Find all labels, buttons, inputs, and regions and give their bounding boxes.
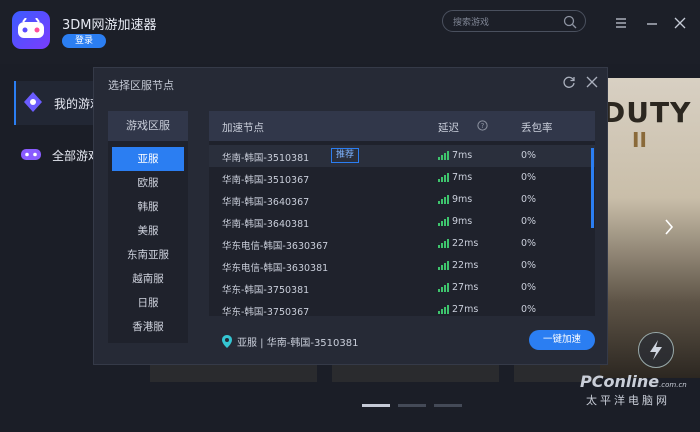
selected-node-text: 亚服 | 华南-韩国-3510381 [237, 338, 359, 349]
signal-icon [438, 305, 450, 316]
signal-icon [438, 151, 450, 163]
app-title: 3DM网游加速器 [62, 18, 157, 33]
node-latency: 7ms [452, 172, 473, 183]
help-icon[interactable]: ? [477, 120, 488, 134]
region-item[interactable]: 日服 [112, 291, 184, 315]
svg-text:?: ? [481, 122, 485, 130]
game-card[interactable] [332, 364, 499, 382]
table-row[interactable]: 华东-韩国-3750367 27ms 0% [209, 299, 595, 316]
table-row[interactable]: 华南-韩国-3640367 9ms 0% [209, 189, 595, 211]
watermark-brand: PConline.com.cn [580, 372, 687, 391]
region-list-header: 游戏区服 [108, 111, 188, 141]
node-loss: 0% [521, 282, 537, 293]
table-row[interactable]: 华东-韩国-3750381 27ms 0% [209, 277, 595, 299]
signal-icon [438, 195, 450, 207]
node-loss: 0% [521, 304, 537, 315]
region-item[interactable]: 东南亚服 [112, 243, 184, 267]
location-pin-icon [222, 335, 232, 351]
minimize-icon[interactable] [646, 14, 658, 33]
signal-icon [438, 239, 450, 251]
node-name: 华东电信-韩国-3630381 [222, 263, 329, 274]
region-item[interactable]: 欧服 [112, 171, 184, 195]
node-latency: 27ms [452, 304, 479, 315]
refresh-icon[interactable] [562, 74, 576, 93]
close-window-icon[interactable] [674, 14, 686, 33]
signal-icon [438, 173, 450, 185]
search-placeholder: 搜索游戏 [453, 18, 490, 28]
column-header-loss: 丢包率 [521, 122, 553, 134]
app-logo-icon [12, 11, 50, 49]
lightning-icon[interactable] [638, 332, 674, 368]
column-header-latency: 延迟 [438, 122, 459, 134]
signal-icon [438, 217, 450, 229]
banner-text: II [632, 128, 647, 152]
search-icon[interactable] [563, 14, 577, 33]
signal-icon [438, 283, 450, 295]
region-item[interactable]: 美服 [112, 219, 184, 243]
node-table-header: 加速节点 延迟 ? 丢包率 [209, 111, 595, 141]
column-header-node: 加速节点 [222, 122, 264, 134]
banner-text: DUTY [602, 96, 692, 129]
node-latency: 9ms [452, 194, 473, 205]
node-loss: 0% [521, 194, 537, 205]
recommend-badge: 推荐 [331, 148, 360, 163]
node-latency: 7ms [452, 150, 473, 161]
my-games-icon [22, 91, 44, 117]
dialog-title: 选择区服节点 [108, 79, 174, 92]
carousel-dot[interactable] [362, 404, 390, 407]
node-name: 华南-韩国-3640381 [222, 219, 310, 230]
node-name: 华南-韩国-3510367 [222, 175, 310, 186]
node-latency: 22ms [452, 260, 479, 271]
node-table: 加速节点 延迟 ? 丢包率 华南-韩国-3510381 推荐 7ms 0% 华南… [209, 111, 595, 316]
region-item[interactable]: 亚服 [112, 147, 184, 171]
node-name: 华东-韩国-3750367 [222, 307, 310, 316]
one-click-accelerate-button[interactable]: 一键加速 [529, 330, 595, 350]
table-row[interactable]: 华东电信-韩国-3630367 22ms 0% [209, 233, 595, 255]
node-latency: 9ms [452, 216, 473, 227]
region-list: 游戏区服 亚服 欧服 韩服 美服 东南亚服 越南服 日服 香港服 [108, 111, 188, 343]
node-loss: 0% [521, 172, 537, 183]
game-card[interactable] [150, 364, 317, 382]
region-item[interactable]: 香港服 [112, 315, 184, 339]
node-list-scrollbar[interactable] [591, 148, 594, 228]
node-loss: 0% [521, 260, 537, 271]
table-row[interactable]: 华东电信-韩国-3630381 22ms 0% [209, 255, 595, 277]
signal-icon [438, 261, 450, 273]
node-loss: 0% [521, 150, 537, 161]
region-item[interactable]: 越南服 [112, 267, 184, 291]
watermark-cn: 太平洋电脑网 [586, 394, 670, 407]
node-name: 华东-韩国-3750381 [222, 285, 310, 296]
server-node-dialog: 选择区服节点 游戏区服 亚服 欧服 韩服 美服 东南亚服 越南服 日服 香港服 … [93, 67, 608, 365]
table-row[interactable]: 华南-韩国-3640381 9ms 0% [209, 211, 595, 233]
node-name: 华东电信-韩国-3630367 [222, 241, 329, 252]
node-loss: 0% [521, 216, 537, 227]
node-name: 华南-韩国-3510381 [222, 153, 310, 164]
chevron-right-icon[interactable] [664, 218, 674, 240]
region-item[interactable]: 韩服 [112, 195, 184, 219]
table-row[interactable]: 华南-韩国-3510381 推荐 7ms 0% [209, 145, 595, 167]
menu-icon[interactable] [615, 14, 627, 33]
close-icon[interactable] [585, 74, 599, 93]
node-name: 华南-韩国-3640367 [222, 197, 310, 208]
node-latency: 27ms [452, 282, 479, 293]
node-latency: 22ms [452, 238, 479, 249]
table-row[interactable]: 华南-韩国-3510367 7ms 0% [209, 167, 595, 189]
login-button[interactable]: 登录 [62, 34, 106, 48]
gamepad-icon [20, 143, 42, 169]
carousel-dot[interactable] [434, 404, 462, 407]
search-input[interactable]: 搜索游戏 [442, 10, 586, 32]
carousel-dot[interactable] [398, 404, 426, 407]
node-loss: 0% [521, 238, 537, 249]
